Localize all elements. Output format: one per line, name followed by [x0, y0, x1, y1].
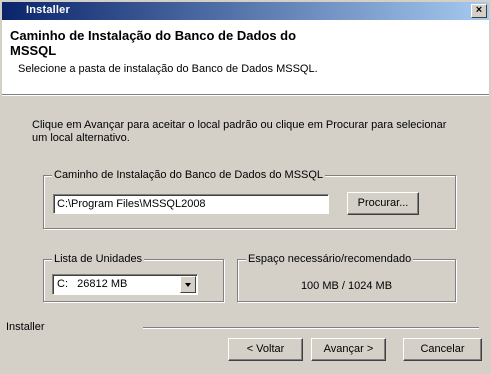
- install-path-group-label: Caminho de Instalação do Banco de Dados …: [52, 169, 326, 182]
- instruction-text: Clique em Avançar para aceitar o local p…: [32, 119, 447, 144]
- footer-brand-label: Installer: [6, 321, 45, 333]
- install-path-input[interactable]: C:\Program Files\MSSQL2008: [53, 194, 329, 214]
- header-panel: Caminho de Instalação do Banco de Dados …: [2, 20, 489, 94]
- back-button[interactable]: < Voltar: [228, 338, 303, 361]
- next-button[interactable]: Avançar >: [311, 338, 386, 361]
- header-divider: [2, 94, 489, 96]
- chevron-down-icon: [185, 283, 191, 287]
- install-path-group: Caminho de Instalação do Banco de Dados …: [43, 169, 456, 229]
- space-group-label: Espaço necessário/recomendado: [246, 253, 414, 266]
- title-bar: Installer ×: [2, 2, 489, 20]
- cancel-button[interactable]: Cancelar: [403, 338, 482, 361]
- space-group: Espaço necessário/recomendado 100 MB / 1…: [237, 253, 456, 302]
- drive-select-dropdown-button[interactable]: [180, 276, 196, 293]
- page-subtitle: Selecione a pasta de instalação do Banco…: [18, 63, 318, 75]
- drive-select-value: C: 26812 MB: [57, 278, 128, 290]
- window-title: Installer: [26, 4, 70, 16]
- close-button[interactable]: ×: [471, 4, 487, 18]
- space-required-value: 100 MB / 1024 MB: [300, 280, 393, 292]
- installer-window: Installer × Caminho de Instalação do Ban…: [0, 0, 491, 374]
- close-icon: ×: [475, 4, 483, 16]
- footer-divider: [143, 327, 479, 329]
- browse-button[interactable]: Procurar...: [347, 192, 419, 215]
- drives-group: Lista de Unidades C: 26812 MB: [43, 253, 224, 302]
- drives-group-label: Lista de Unidades: [52, 253, 145, 266]
- drive-select[interactable]: C: 26812 MB: [52, 274, 198, 295]
- page-title: Caminho de Instalação do Banco de Dados …: [10, 28, 297, 58]
